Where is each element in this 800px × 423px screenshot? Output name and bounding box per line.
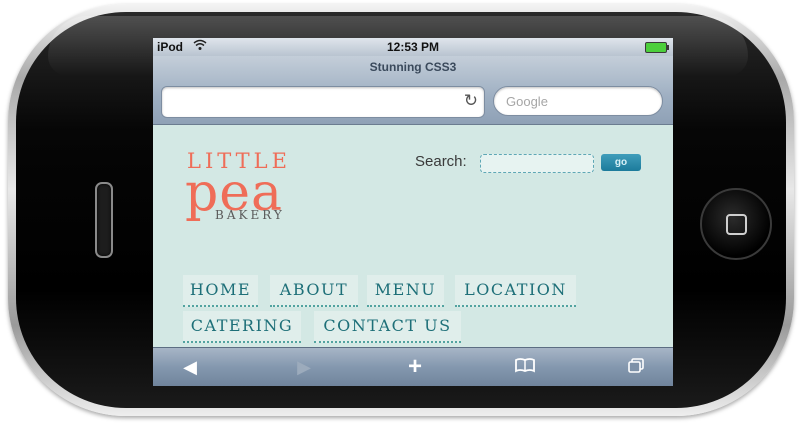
browser-address-bar: Stunning CSS3 ↻ Google <box>153 56 673 125</box>
url-field[interactable]: ↻ <box>161 86 485 118</box>
search-label: Search: <box>415 153 467 170</box>
reload-icon[interactable]: ↻ <box>464 91 478 111</box>
nav-contact-us[interactable]: CONTACT US <box>314 311 461 343</box>
status-time: 12:53 PM <box>386 40 440 54</box>
google-search-field[interactable]: Google <box>493 86 663 116</box>
back-icon[interactable]: ◀ <box>175 356 205 378</box>
nav-location[interactable]: LOCATION <box>455 275 576 307</box>
pages-icon[interactable] <box>621 356 651 378</box>
home-button[interactable] <box>700 188 772 260</box>
logo-bakery: BAKERY <box>215 208 285 222</box>
add-bookmark-icon[interactable]: + <box>400 355 430 379</box>
search-go-button[interactable]: go <box>601 154 641 171</box>
nav-about[interactable]: ABOUT <box>270 275 358 307</box>
nav-home[interactable]: HOME <box>183 275 258 307</box>
nav-catering[interactable]: CATERING <box>183 311 301 343</box>
home-button-icon <box>725 213 747 235</box>
site-search-input[interactable] <box>480 154 594 173</box>
screen: iPod 12:53 PM Stunning CSS3 ↻ Google LIT… <box>153 38 673 386</box>
browser-toolbar: ◀ ▶ + <box>153 347 673 386</box>
bakery-logo[interactable]: LITTLE pea BAKERY <box>185 151 291 223</box>
web-page-content: LITTLE pea BAKERY Search: go HOME ABOUT … <box>153 125 673 347</box>
battery-icon <box>645 42 669 53</box>
nav-menu[interactable]: MENU <box>367 275 444 307</box>
bookmarks-icon[interactable] <box>510 356 540 378</box>
status-bar: iPod 12:53 PM <box>153 38 673 56</box>
speaker-slot <box>95 182 113 258</box>
page-title: Stunning CSS3 <box>369 60 457 74</box>
forward-icon[interactable]: ▶ <box>289 356 319 378</box>
